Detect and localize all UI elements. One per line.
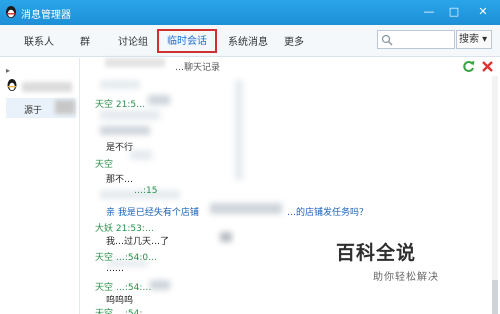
qq-penguin-icon <box>6 6 16 18</box>
contact-name-redacted <box>22 82 72 92</box>
message-sender: 天空 21:5… <box>95 100 146 110</box>
watermark-title: 百科全说 <box>336 242 417 264</box>
tab-system-messages[interactable]: 系统消息 <box>228 33 268 48</box>
tab-contacts[interactable]: 联系人 <box>24 33 54 48</box>
window-title: 消息管理器 <box>21 10 71 21</box>
redacted-block <box>210 203 282 214</box>
message-text: 亲 我是已经失有个店铺 <box>106 208 199 218</box>
header-redacted <box>105 58 165 67</box>
message-sender: 天空 <box>95 160 114 170</box>
search-button[interactable]: 搜索 ▾ <box>456 30 492 49</box>
message-time: …:15 <box>134 186 158 196</box>
message-sender: 天空 …:54:… <box>95 283 152 293</box>
tab-groups[interactable]: 群 <box>80 33 90 48</box>
message-sender: 天空 …:54:0… <box>95 253 158 263</box>
tab-temporary-sessions[interactable]: 临时会话 <box>157 29 217 53</box>
tab-more[interactable]: 更多 <box>284 33 304 48</box>
watermark-subtitle: 助你轻松解决 <box>373 272 439 283</box>
redacted-block <box>235 80 243 180</box>
scrollbar-thumb[interactable] <box>492 280 498 314</box>
contact-sidebar <box>0 58 80 314</box>
redacted-block <box>100 126 150 135</box>
message-text: 我…过几天…了 <box>106 237 170 247</box>
redacted-block <box>220 232 232 242</box>
message-sender: 大妖 21:53:… <box>95 224 154 234</box>
redacted-block <box>130 150 152 160</box>
delete-icon[interactable] <box>481 60 494 73</box>
expand-arrow-icon[interactable]: ▸ <box>6 66 10 75</box>
title-bar: 消息管理器 — □ ✕ <box>0 0 500 25</box>
redacted-block <box>150 280 170 290</box>
history-header: …聊天记录 <box>175 63 221 73</box>
search-icon <box>381 34 393 46</box>
tab-discussion-groups[interactable]: 讨论组 <box>118 33 148 48</box>
maximize-button[interactable]: □ <box>443 3 465 21</box>
close-button[interactable]: ✕ <box>468 3 498 21</box>
message-text: 是不行 <box>106 143 134 153</box>
sidebar-item-redacted <box>55 100 75 114</box>
redacted-block <box>100 110 160 120</box>
message-text: …… <box>106 264 124 274</box>
refresh-icon[interactable] <box>462 60 475 73</box>
sidebar-item-label: 源于 <box>24 106 43 116</box>
message-text: 呜呜呜 <box>106 296 134 306</box>
message-text: 那不… <box>106 175 134 185</box>
message-sender: 天空 …:54:… <box>95 309 152 314</box>
message-text: …的店铺发任务吗？ <box>287 208 369 218</box>
minimize-button[interactable]: — <box>418 3 440 21</box>
contact-avatar-icon <box>7 79 17 91</box>
redacted-block <box>148 95 170 105</box>
scrollbar-track[interactable] <box>492 76 498 314</box>
redacted-block <box>100 80 140 89</box>
